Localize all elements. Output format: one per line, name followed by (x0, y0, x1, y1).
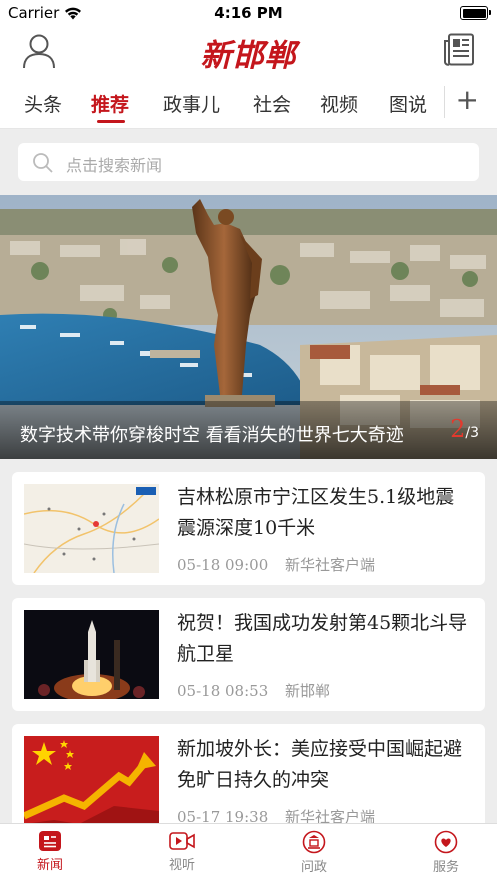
status-time: 4:16 PM (214, 4, 283, 22)
news-title: 吉林松原市宁江区发生5.1级地震震源深度10千米 (177, 486, 455, 539)
nav-media-label: 视听 (168, 858, 195, 873)
hero-title: 数字技术带你穿梭时空 看看消失的世界七大奇迹 (20, 425, 404, 446)
battery-icon (460, 6, 491, 20)
news-meta: 05-18 08:53 新邯郸 (177, 680, 342, 701)
bottom-nav: 新闻 视听 问政 服务 (0, 823, 497, 884)
news-item[interactable]: 新加坡外长：美应接受中国崛起避免旷日持久的冲突 05-17 19:38 新华社客… (12, 724, 485, 837)
category-tabs: 头条 推荐 政事儿 社会 视频 图说 + (0, 78, 497, 129)
nav-inquiry-label: 问政 (300, 860, 327, 875)
news-item[interactable]: 祝贺！我国成功发射第45颗北斗导航卫星 05-18 08:53 新邯郸 (12, 598, 485, 711)
flag-arrow-image (24, 736, 159, 825)
hero-banner[interactable]: 数字技术带你穿梭时空 看看消失的世界七大奇迹 2/3 (0, 195, 497, 459)
news-thumbnail (24, 484, 159, 573)
search-icon (33, 153, 53, 173)
news-time: 05-18 09:00 (177, 556, 269, 574)
app-logo: 新邯郸 (200, 38, 297, 74)
tab-video[interactable]: 视频 (320, 90, 358, 117)
add-tab-icon[interactable]: + (456, 85, 479, 115)
news-source: 新华社客户端 (285, 556, 376, 574)
nav-news[interactable]: 新闻 (10, 830, 90, 873)
search-placeholder: 点击搜索新闻 (66, 156, 163, 175)
heart-icon (434, 830, 458, 854)
news-title: 祝贺！我国成功发射第45颗北斗导航卫星 (177, 612, 468, 665)
news-source: 新邯郸 (285, 682, 331, 700)
news-time: 05-18 08:53 (177, 682, 269, 700)
newspaper-icon[interactable] (443, 33, 475, 67)
tab-divider (444, 86, 445, 118)
news-title: 新加坡外长：美应接受中国崛起避免旷日持久的冲突 (177, 738, 463, 791)
tab-headline[interactable]: 头条 (24, 90, 62, 117)
nav-services[interactable]: 服务 (406, 830, 486, 875)
tab-recommended[interactable]: 推荐 (91, 90, 129, 117)
app-header: 新邯郸 (0, 26, 497, 78)
nav-inquiry[interactable]: 问政 (274, 830, 354, 875)
tab-society[interactable]: 社会 (253, 90, 291, 117)
news-thumbnail (24, 610, 159, 699)
search-bar[interactable]: 点击搜索新闻 (18, 143, 479, 181)
map-image (24, 484, 159, 573)
pager-total: /3 (465, 425, 479, 441)
nav-media[interactable]: 视听 (142, 830, 222, 873)
news-thumbnail (24, 736, 159, 825)
pager-current: 2 (450, 415, 466, 443)
active-tab-indicator (97, 120, 125, 123)
tab-politics[interactable]: 政事儿 (163, 90, 220, 117)
news-icon (39, 831, 61, 851)
hero-caption: 数字技术带你穿梭时空 看看消失的世界七大奇迹 2/3 (0, 401, 497, 459)
nav-news-label: 新闻 (36, 858, 63, 873)
inquiry-icon (302, 830, 326, 854)
video-icon (169, 832, 195, 850)
news-item[interactable]: 吉林松原市宁江区发生5.1级地震震源深度10千米 05-18 09:00 新华社… (12, 472, 485, 585)
tab-pictures[interactable]: 图说 (389, 90, 427, 117)
news-meta: 05-18 09:00 新华社客户端 (177, 554, 387, 575)
nav-services-label: 服务 (432, 860, 459, 875)
rocket-launch-image (24, 610, 159, 699)
status-bar: Carrier 4:16 PM (0, 0, 497, 26)
hero-pager: 2/3 (450, 415, 479, 443)
